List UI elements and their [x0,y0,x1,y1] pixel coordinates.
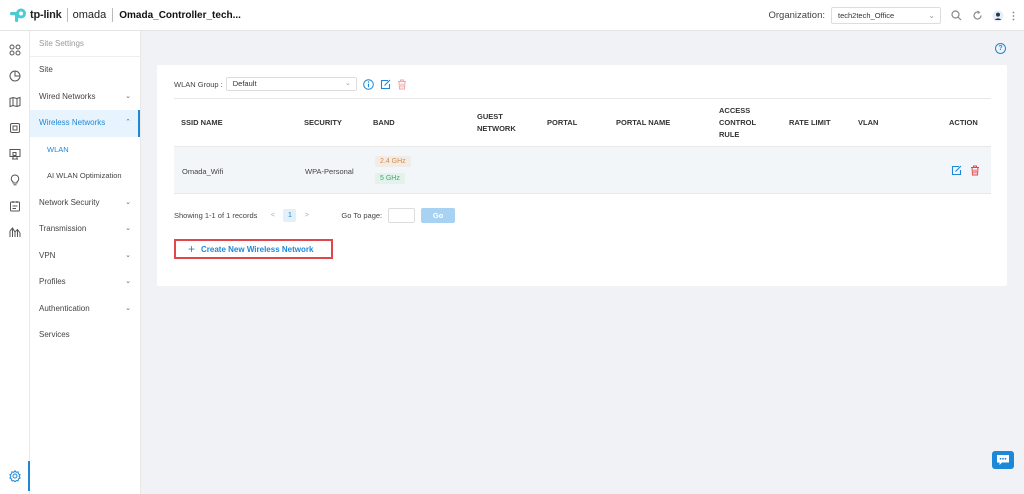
wlan-table: SSID NAME SECURITY BAND GUEST NETWORK PO… [174,98,991,194]
devices-icon[interactable] [0,118,30,138]
delete-icon[interactable] [397,79,408,90]
statistics-icon[interactable] [0,66,30,86]
refresh-icon[interactable] [971,10,983,22]
table-row[interactable]: Omada_Wifi WPA-Personal 2.4 GHz 5 GHz [174,146,991,194]
ssid-cell: Omada_Wifi [182,167,224,176]
submenu-item-services[interactable]: Services [30,322,140,349]
submenu-item-site[interactable]: Site [30,57,140,84]
info-icon[interactable] [362,78,374,90]
wlan-card: WLAN Group : Default ⌄ SSID NAME SECURIT… [157,65,1007,286]
organization-select[interactable]: tech2tech_Office ⌄ [831,7,941,24]
dashboard-icon[interactable] [0,40,30,60]
column-header: SSID NAME [181,118,223,127]
goto-page-input[interactable] [388,208,416,223]
settings-gear-icon[interactable] [0,466,30,486]
submenu-item-profiles[interactable]: Profiles ⌄ [30,269,140,296]
column-header: VLAN [858,118,879,127]
brand-text: tp-link [30,9,62,21]
clients-icon[interactable] [0,144,30,164]
chevron-down-icon: ⌄ [344,80,351,87]
band-tag-5ghz: 5 GHz [375,173,405,184]
page-number-button[interactable]: 1 [283,209,297,222]
edit-icon[interactable] [380,79,391,90]
chevron-down-icon: ⌄ [125,251,131,259]
column-header: BAND [373,118,395,127]
organization-label: Organization: [768,10,825,21]
chevron-down-icon: ⌄ [125,278,131,285]
brand-logo[interactable]: tp-link omada Omada_Controller_tech... [0,0,241,31]
table-header: SSID NAME SECURITY BAND GUEST NETWORK PO… [174,98,991,146]
search-icon[interactable] [950,10,962,22]
submenu-item-network-security[interactable]: Network Security ⌄ [30,190,140,217]
column-header: PORTAL NAME [616,118,671,127]
pagination: Showing 1-1 of 1 records < 1 > Go To pag… [174,208,456,223]
map-icon[interactable] [0,92,30,112]
report-icon[interactable] [0,222,30,242]
goto-page-label: Go To page: [341,211,383,220]
band-tag-2-4ghz: 2.4 GHz [375,156,411,167]
submenu-item-transmission[interactable]: Transmission ⌄ [30,216,140,243]
chevron-down-icon: ⌄ [125,304,131,312]
chevron-down-icon: ⌄ [125,225,131,232]
wlan-group-bar: WLAN Group : Default ⌄ [174,77,408,91]
user-avatar-icon[interactable] [992,10,1004,22]
icon-rail [0,31,30,494]
column-header: PORTAL [547,118,578,127]
column-header: ACCESS CONTROL RULE [719,106,756,139]
column-header: SECURITY [304,118,342,127]
chat-support-icon[interactable] [992,451,1014,469]
help-icon[interactable]: ? [995,43,1006,54]
submenu-item-authentication[interactable]: Authentication ⌄ [30,296,140,323]
controller-name: Omada_Controller_tech... [119,9,241,21]
prev-page-button[interactable]: < [266,209,279,222]
create-wireless-network-button[interactable]: + Create New Wireless Network [174,239,333,259]
column-header: RATE LIMIT [789,118,831,127]
next-page-button[interactable]: > [300,209,313,222]
plus-icon: + [188,242,196,256]
security-cell: WPA-Personal [305,167,354,176]
submenu-item-wired-networks[interactable]: Wired Networks ⌄ [30,84,140,111]
submenu-header: Site Settings [30,31,140,57]
submenu-item-wlan[interactable]: WLAN [30,137,140,164]
product-text: omada [72,9,107,21]
delete-icon[interactable] [970,165,981,177]
more-vertical-icon[interactable] [1010,10,1016,22]
chevron-down-icon: ⌄ [928,11,935,20]
log-icon[interactable] [0,196,30,216]
chevron-up-icon: ⌃ [125,119,131,126]
submenu-item-ai-wlan-optimization[interactable]: AI WLAN Optimization [30,163,140,190]
column-header: ACTION [949,118,978,127]
submenu-item-vpn[interactable]: VPN ⌄ [30,243,140,270]
records-summary: Showing 1-1 of 1 records [174,211,258,220]
go-button[interactable]: Go [421,208,456,223]
settings-submenu: Site Settings Site Wired Networks ⌄ Wirel… [30,31,141,494]
column-header: GUEST NETWORK [477,112,516,133]
insight-icon[interactable] [0,170,30,190]
chevron-down-icon: ⌄ [125,92,131,100]
wlan-group-label: WLAN Group : [174,79,223,89]
wlan-group-select[interactable]: Default ⌄ [225,77,357,91]
tp-link-logo-icon [10,8,27,22]
top-bar: tp-link omada Omada_Controller_tech... O… [0,0,1024,31]
chevron-down-icon: ⌄ [125,198,131,206]
edit-icon[interactable] [951,165,963,177]
submenu-item-wireless-networks[interactable]: Wireless Networks ⌃ [30,110,140,137]
